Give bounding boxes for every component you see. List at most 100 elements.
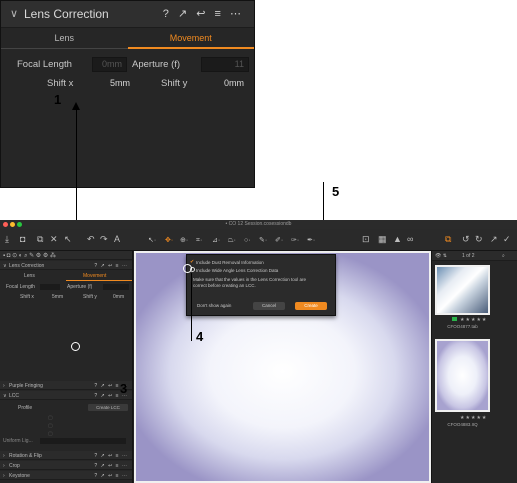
delete-icon[interactable]: ✕ (50, 233, 58, 245)
lens-correction-panel-zoomed: ∨ Lens Correction ? ↗ ↩ ≡ ⋯ Lens Movemen… (0, 0, 255, 188)
thumb-2-rating[interactable]: ★★★★★ (460, 415, 487, 421)
movement-tab-underline (66, 280, 132, 281)
cancel-button[interactable]: Cancel (253, 302, 285, 310)
shift-y-mini-label: Shift y (83, 294, 97, 300)
tool-tabs-row: ▪ ◘ ⊙ ◐ ⌕ ✎ ⚙ ⚙ ⁂ (0, 251, 132, 260)
thumb-1-rating[interactable]: ★★★★★ (460, 317, 487, 323)
shift-mini: Shift x 5mm Shift y 0mm (0, 294, 132, 301)
reset-icon[interactable]: ↺ (462, 233, 470, 245)
checkbox-checked-icon[interactable]: ✔ (190, 259, 194, 265)
crop-tool-icon[interactable]: ⌗· (196, 235, 202, 247)
zoom-tool-icon[interactable]: ⊕· (180, 235, 188, 247)
crop-label: Crop (9, 463, 20, 469)
exposure-warning-icon[interactable]: ▲ (393, 233, 402, 245)
focal-aperture-row: Focal Length 0mm Aperture (f) 11 (1, 57, 254, 73)
shift-y-mini-value[interactable]: 0mm (113, 294, 124, 300)
aperture-mini-field[interactable] (103, 284, 129, 290)
focal-length-field[interactable]: 0mm (92, 57, 127, 72)
tool-options-icons[interactable]: ? ↗ ↩ ≡ ⋯ (94, 263, 128, 269)
window-title: • CO 12 Session.cosessiondb (225, 221, 292, 227)
lcc-header[interactable]: ∨ LCC ? ↗ ↩ ≡ ⋯ (0, 391, 132, 400)
focal-length-mini-label: Focal Length (6, 284, 35, 290)
text-annotation-icon[interactable]: A (114, 233, 120, 245)
include-wide-angle-option[interactable]: Include Wide Angle Lens Correction Data (196, 268, 278, 273)
create-lcc-dialog: ✔ Include Dust Removal Information Inclu… (186, 254, 336, 316)
create-button[interactable]: Create (295, 302, 327, 310)
undo-icon[interactable]: ↶ (87, 233, 95, 245)
lens-tabs-mini: Lens Movement (0, 273, 132, 281)
callout-1-marker (71, 342, 80, 351)
check-icon[interactable]: ✓ (503, 233, 511, 245)
shift-y-field[interactable]: 0mm (204, 76, 249, 91)
import-icon[interactable]: ⤓ (5, 233, 9, 245)
focal-aperture-mini: Focal Length Aperture (f) (0, 284, 132, 291)
callout-4-line (191, 273, 192, 341)
rotation-flip-label: Rotation & Flip (9, 453, 42, 459)
gradient-tool-icon[interactable]: ✑· (291, 235, 299, 247)
keystone-tool-icon[interactable]: ⏢· (228, 235, 236, 247)
browser-panel: 👁 ⇅ 1 of 2 ⌕ ★★★★★ CFOO4877.tab ★★★★★ CF… (431, 251, 517, 483)
tab-lens-mini[interactable]: Lens (24, 273, 35, 279)
uniform-light-slider[interactable] (40, 438, 126, 444)
lens-correction-label: Lens Correction (9, 263, 45, 269)
spot-tool-icon[interactable]: ○· (244, 235, 251, 247)
copy-adjustments-icon[interactable]: ⧉ (445, 233, 451, 245)
cursor-icon[interactable]: ↖ (64, 233, 72, 245)
aperture-field[interactable]: 11 (201, 57, 249, 72)
picker-tool-icon[interactable]: ✒· (307, 235, 315, 247)
thumbnail-1-label: CFOO4877.tab (447, 324, 478, 329)
focal-length-mini-field[interactable] (40, 284, 60, 290)
apply-icon[interactable]: ↻ (475, 233, 483, 245)
compare-icon[interactable]: ∞ (407, 233, 413, 245)
tab-lens[interactable]: Lens (1, 29, 128, 49)
dont-show-again[interactable]: Don't show again (197, 303, 231, 308)
shift-x-label: Shift x (47, 78, 74, 89)
pick-icon[interactable]: ↗ (490, 233, 498, 245)
aperture-label: Aperture (f) (132, 59, 181, 70)
select-tool-icon[interactable]: ↖· (148, 235, 156, 247)
panel-title: Lens Correction (24, 7, 109, 21)
callout-5: 5 (332, 184, 340, 199)
window-titlebar: • CO 12 Session.cosessiondb (0, 220, 517, 229)
brush-tool-icon[interactable]: ✎· (259, 235, 267, 247)
create-lcc-button[interactable]: Create LCC (88, 404, 128, 411)
rotation-flip-header[interactable]: › Rotation & Flip ? ↗ ↩ ≡ ⋯ (0, 451, 132, 460)
crop-header[interactable]: › Crop ? ↗ ↩ ≡ ⋯ (0, 461, 132, 470)
grid-icon[interactable]: ▦ (378, 233, 387, 245)
main-toolbar: ⤓ ◘ ⧉ ✕ ↖ ↶ ↷ A ↖· ✥· ⊕· ⌗· ⊿· ⏢· ○· ✎· … (0, 229, 517, 251)
thumbnail-1[interactable] (435, 265, 490, 315)
focal-length-label: Focal Length (17, 59, 72, 70)
color-tag-green (452, 317, 457, 321)
uniform-light-label: Uniform Lig... (3, 438, 33, 444)
crop-icon[interactable]: ⧉ (37, 233, 43, 245)
tab-movement[interactable]: Movement (127, 29, 254, 49)
image-count: 1 of 2 (462, 253, 475, 259)
callout-3: 3 (120, 381, 128, 396)
tab-movement-mini[interactable]: Movement (83, 273, 106, 279)
lens-correction-header[interactable]: ∨ Lens Correction ? ↗ ↩ ≡ ⋯ (0, 261, 132, 270)
straighten-tool-icon[interactable]: ⊿· (212, 235, 220, 247)
search-icon[interactable]: ⌕ (502, 253, 505, 259)
thumbnail-2[interactable] (435, 339, 490, 412)
dialog-note-line-1: Make sure that the values in the Lens Co… (193, 277, 307, 282)
browser-header: 👁 ⇅ 1 of 2 ⌕ (432, 251, 517, 261)
shift-x-field[interactable]: 5mm (92, 76, 135, 91)
view-icon[interactable]: 👁 ⇅ (435, 253, 447, 259)
shift-y-label: Shift y (161, 78, 188, 89)
dialog-note-line-2: correct before creating an LCC. (193, 283, 256, 288)
panel-tools-icons[interactable]: ? ↗ ↩ ≡ ⋯ (163, 7, 244, 20)
purple-fringing-header[interactable]: › Purple Fringing ? ↗ ↩ ≡ ⋯ (0, 381, 132, 390)
redo-icon[interactable]: ↷ (100, 233, 108, 245)
shift-x-mini-value[interactable]: 5mm (52, 294, 63, 300)
chevron-down-icon[interactable]: ∨ (10, 7, 18, 20)
lcc-label: LCC (9, 393, 20, 399)
eraser-tool-icon[interactable]: ✐· (275, 235, 283, 247)
tool-tab-icons[interactable]: ▪ ◘ ⊙ ◐ ⌕ ✎ ⚙ ⚙ ⁂ (3, 252, 56, 260)
camera-icon[interactable]: ◘ (20, 233, 25, 245)
left-tool-panel: ▪ ◘ ⊙ ◐ ⌕ ✎ ⚙ ⚙ ⁂ ∨ Lens Correction ? ↗ … (0, 251, 133, 483)
proof-icon[interactable]: ⊡ (362, 233, 370, 245)
keystone-header[interactable]: › Keystone ? ↗ ↩ ≡ ⋯ (0, 471, 132, 480)
include-dust-removal-option[interactable]: Include Dust Removal Information (196, 260, 264, 265)
callout-4-marker (183, 264, 192, 273)
pan-tool-icon[interactable]: ✥· (165, 235, 173, 247)
